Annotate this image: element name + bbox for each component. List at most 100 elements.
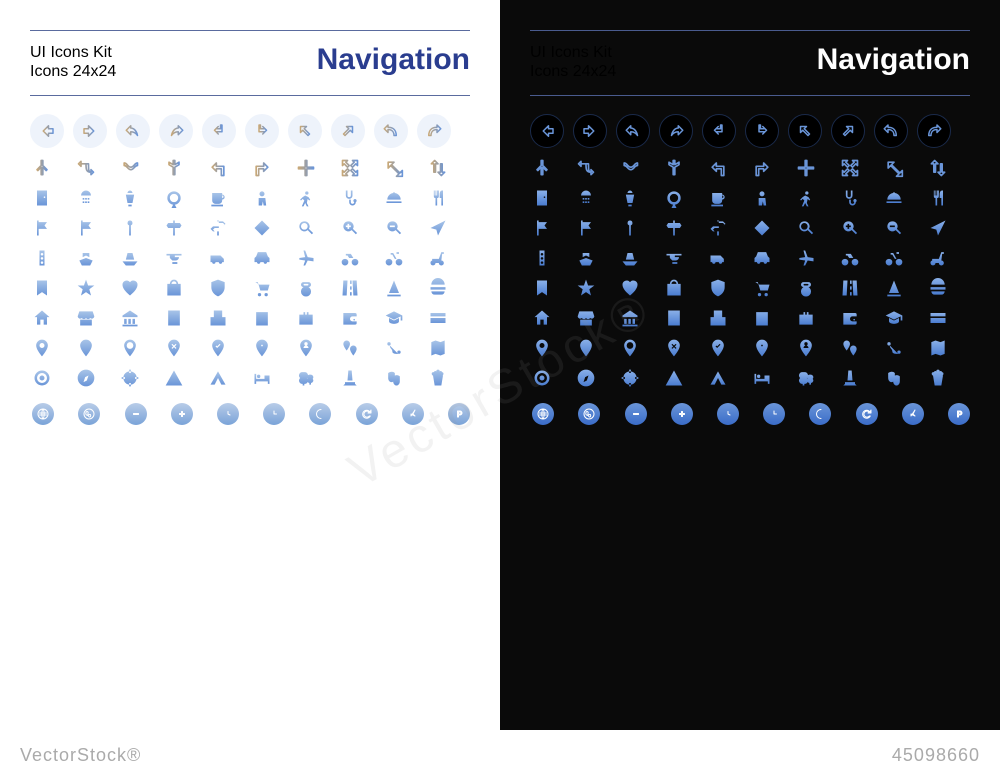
warning-icon [664, 368, 684, 388]
signpost-icon [164, 218, 184, 238]
search-icon [296, 218, 316, 238]
bag-icon [664, 278, 684, 298]
curve-left-icon [874, 114, 908, 148]
parking-disc-icon [448, 398, 470, 430]
s-curve-icon [620, 158, 640, 178]
popcorn-icon [428, 368, 448, 388]
curve-right-icon [417, 114, 451, 148]
directions-icon [208, 218, 228, 238]
map-icon [428, 338, 448, 358]
footer: VectorStock® 45098660 [0, 730, 1000, 780]
trees-icon [296, 368, 316, 388]
curve-right-icon [917, 114, 951, 148]
person-icon [752, 188, 772, 208]
pin-person-icon [296, 338, 316, 358]
burger-icon [428, 278, 448, 298]
header-dark: UI Icons Kit Icons 24x24 Navigation [530, 30, 970, 96]
graduation-icon [384, 308, 404, 328]
category-label: Navigation [817, 43, 970, 77]
star-icon [576, 278, 596, 298]
earth-disc-icon [578, 398, 600, 430]
title-main: UI Icons Kit [30, 43, 116, 62]
expand-icon [340, 158, 360, 178]
ship-icon [76, 248, 96, 268]
bank-icon [120, 308, 140, 328]
cart-icon [252, 278, 272, 298]
turn-left-icon [702, 114, 736, 148]
clock-disc-icon [717, 398, 739, 430]
pin-check-icon [708, 338, 728, 358]
merge-icon [532, 158, 552, 178]
flag-outline-icon [576, 218, 596, 238]
turn-right-icon [245, 114, 279, 148]
directions-icon [708, 218, 728, 238]
pin-dot-icon [752, 338, 772, 358]
compass-icon [76, 368, 96, 388]
time-disc-icon [763, 398, 785, 430]
refresh-disc-icon [355, 398, 377, 430]
up-right-icon [331, 114, 365, 148]
pin-outline-icon [620, 338, 640, 358]
kettlebell-icon [796, 278, 816, 298]
navigate-disc-disc-icon [402, 398, 424, 430]
arrow-right-icon [73, 114, 107, 148]
fountain-icon [620, 188, 640, 208]
time-disc-icon [263, 398, 285, 430]
expand-icon [840, 158, 860, 178]
zoom-out-icon [384, 218, 404, 238]
tent-icon [708, 368, 728, 388]
pin-solid-icon [576, 338, 596, 358]
turn-up-right-icon [252, 158, 272, 178]
coffee-icon [208, 188, 228, 208]
search-icon [796, 218, 816, 238]
brand-label: VectorStock® [20, 745, 141, 766]
stethoscope-icon [840, 188, 860, 208]
office-icon [664, 308, 684, 328]
storefront-icon [576, 308, 596, 328]
turn-right-icon [745, 114, 779, 148]
turn-up-right-icon [752, 158, 772, 178]
scooter-icon [428, 248, 448, 268]
icon-grid-dark [530, 114, 970, 430]
bookmark-icon [32, 278, 52, 298]
title-sub: Icons 24x24 [30, 62, 116, 81]
diagonal-icon [384, 158, 404, 178]
office-icon [164, 308, 184, 328]
merge-icon [32, 158, 52, 178]
ferris-wheel-icon [164, 188, 184, 208]
home-icon [532, 308, 552, 328]
pin-icon [120, 218, 140, 238]
crosshair-icon [120, 368, 140, 388]
door-icon [532, 188, 552, 208]
cross-icon [796, 158, 816, 178]
flag-icon [532, 218, 552, 238]
signpost-icon [664, 218, 684, 238]
pin-x-icon [664, 338, 684, 358]
warning-icon [164, 368, 184, 388]
building-icon [708, 308, 728, 328]
swap-vert-icon [928, 158, 948, 178]
moon-disc-icon [809, 398, 831, 430]
pin-solid-icon [76, 338, 96, 358]
title-main: UI Icons Kit [530, 43, 616, 62]
remove-disc-icon [624, 398, 646, 430]
fountain-icon [120, 188, 140, 208]
car-icon [252, 248, 272, 268]
plane-icon [796, 248, 816, 268]
serving-icon [884, 188, 904, 208]
helicopter-icon [664, 248, 684, 268]
card-icon [428, 308, 448, 328]
zoom-in-icon [840, 218, 860, 238]
route-map-icon [384, 338, 404, 358]
clock-disc-icon [217, 398, 239, 430]
briefcase-icon [296, 308, 316, 328]
monument-icon [340, 368, 360, 388]
wallet-icon [840, 308, 860, 328]
cross-icon [296, 158, 316, 178]
route-icon [576, 158, 596, 178]
scooter-icon [928, 248, 948, 268]
globe-disc-icon [532, 398, 554, 430]
light-panel: UI Icons Kit Icons 24x24 Navigation [0, 0, 500, 730]
header-light: UI Icons Kit Icons 24x24 Navigation [30, 30, 470, 96]
swap-vert-icon [428, 158, 448, 178]
